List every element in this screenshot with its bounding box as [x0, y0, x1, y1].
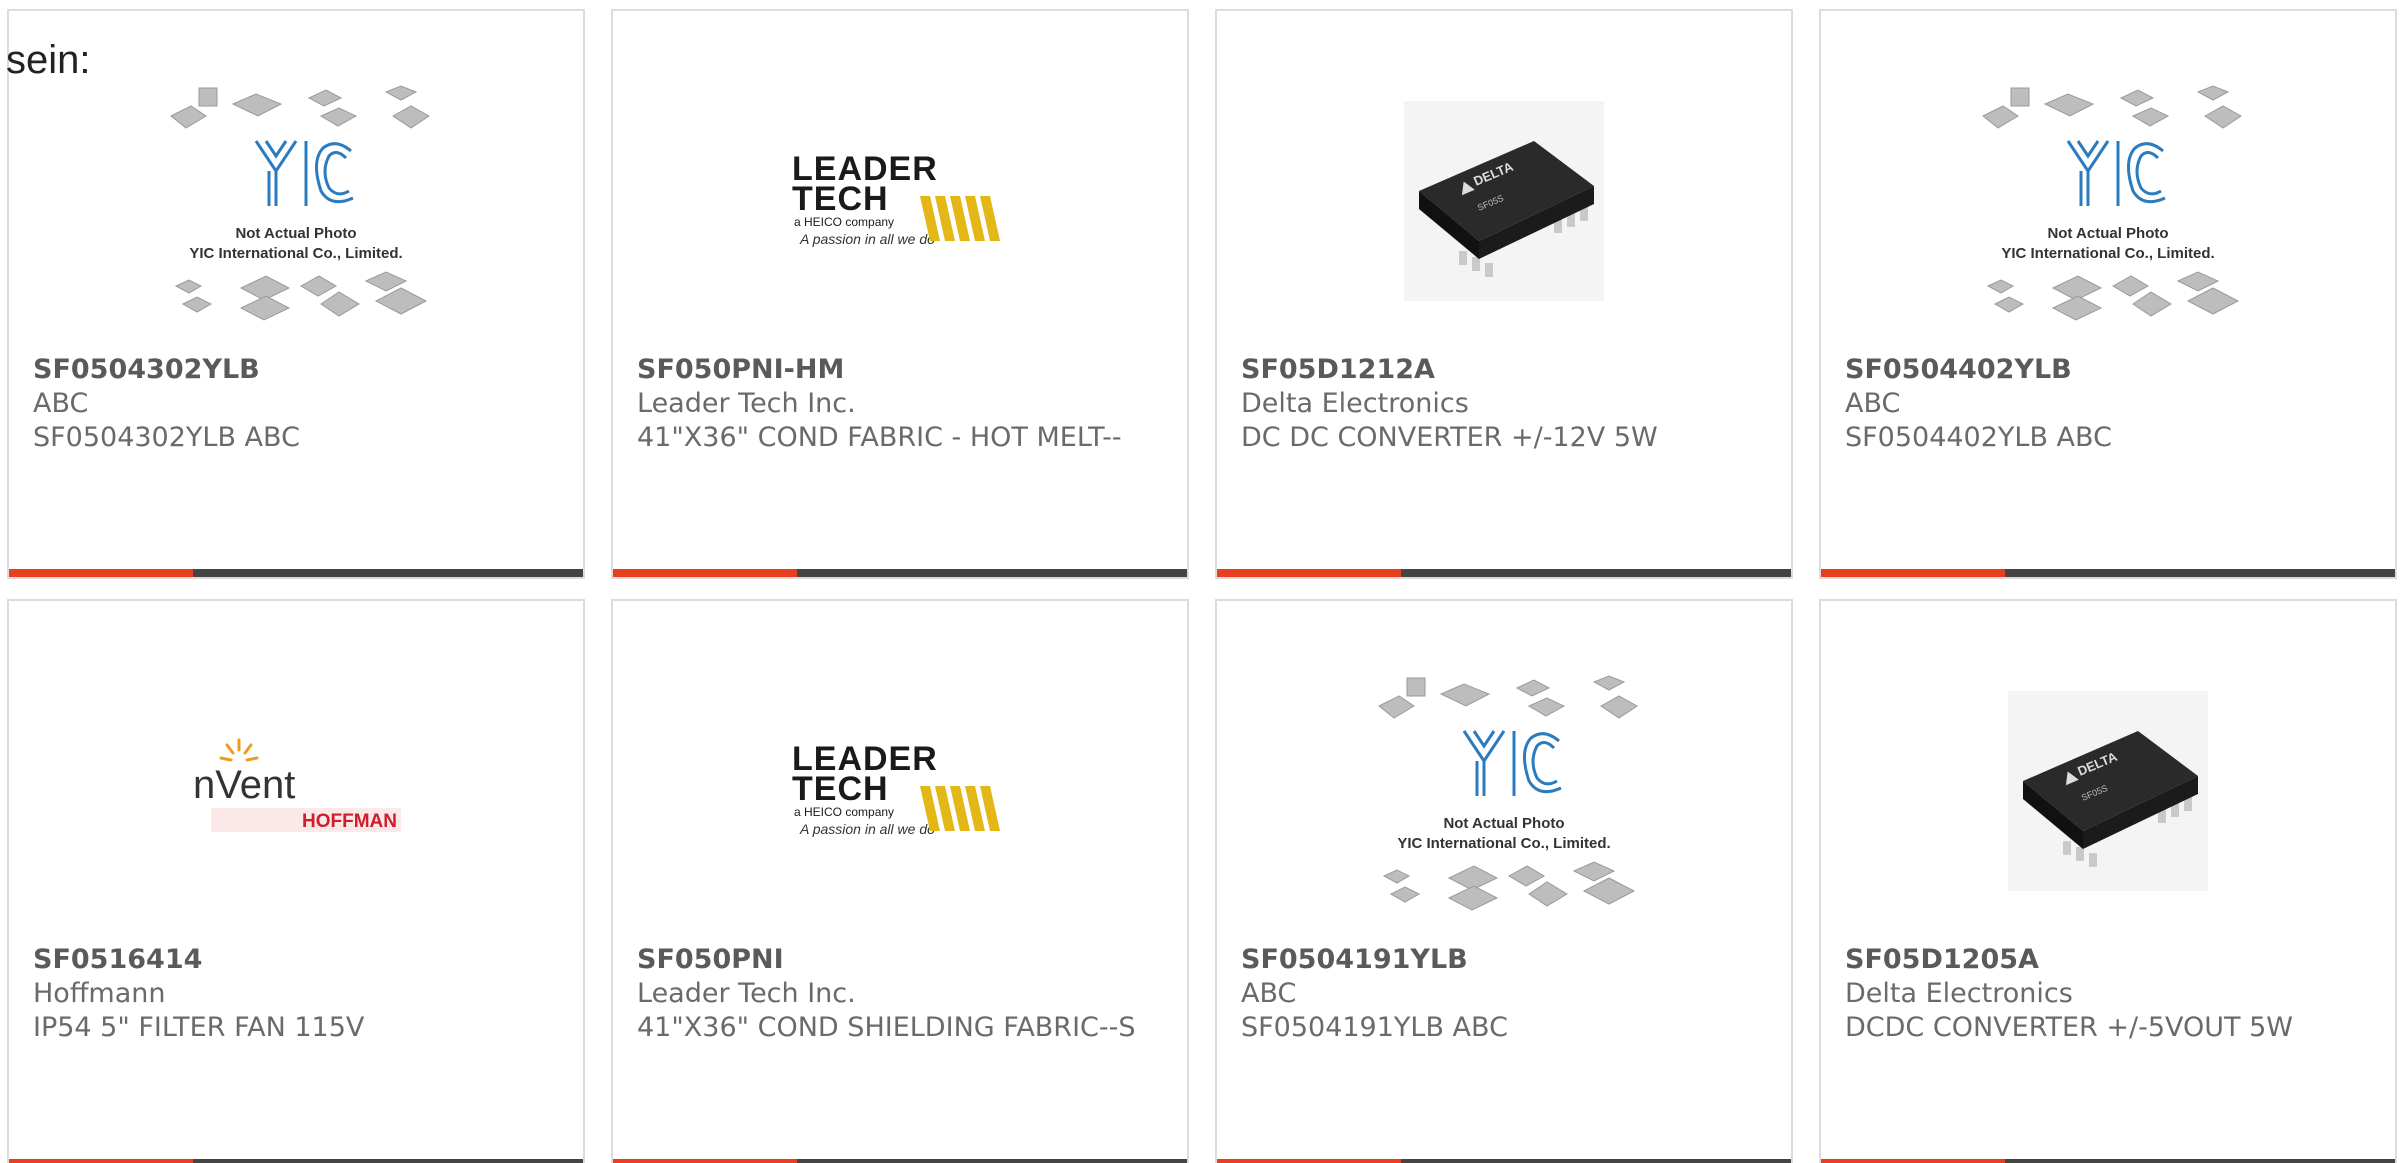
product-card[interactable]: Not Actual Photo YIC International Co., …	[1215, 599, 1793, 1163]
product-info: SF0504402YLB ABC SF0504402YLB ABC	[1845, 353, 2355, 455]
card-accent-bar	[9, 1159, 583, 1163]
product-manufacturer: Hoffmann	[33, 978, 166, 1009]
svg-text:YIC International Co., Limited: YIC International Co., Limited.	[189, 245, 402, 262]
product-part-number[interactable]: SF0504302YLB	[33, 353, 543, 387]
leader-tech-logo-icon[interactable]: LEADER TECH a HEICO company A passion in…	[613, 641, 1187, 941]
product-info: SF0504302YLB ABC SF0504302YLB ABC	[33, 353, 543, 455]
card-accent-bar	[1217, 1159, 1791, 1163]
product-card[interactable]: Not Actual Photo YIC International Co., …	[1819, 9, 2397, 579]
lead-text: sein:	[6, 38, 91, 82]
card-accent-bar	[1821, 569, 2395, 577]
product-manufacturer: Delta Electronics	[1241, 388, 1469, 419]
product-description: IP54 5" FILTER FAN 115V	[33, 1012, 365, 1043]
svg-text:TECH: TECH	[792, 770, 889, 808]
product-manufacturer: Leader Tech Inc.	[637, 388, 856, 419]
product-manufacturer: Delta Electronics	[1845, 978, 2073, 1009]
svg-text:a HEICO company: a HEICO company	[794, 805, 894, 819]
card-accent-bar	[9, 569, 583, 577]
product-part-number[interactable]: SF0516414	[33, 943, 543, 977]
product-info: SF050PNI Leader Tech Inc. 41"X36" COND SHI…	[637, 943, 1147, 1045]
product-description: SF0504191YLB ABC	[1241, 1012, 1508, 1043]
product-manufacturer: ABC	[1241, 978, 1297, 1009]
svg-text:A passion in all we do: A passion in all we do	[799, 231, 935, 247]
product-card[interactable]: Not Actual Photo YIC International Co., …	[7, 9, 585, 579]
product-description: DC DC CONVERTER +/-12V 5W	[1241, 422, 1658, 453]
card-accent-fill	[9, 1159, 193, 1163]
placeholder-icon[interactable]: Not Actual Photo YIC International Co., …	[9, 51, 583, 351]
card-accent-bar	[1217, 569, 1791, 577]
svg-text:YIC International Co., Limited: YIC International Co., Limited.	[1397, 835, 1610, 852]
product-card[interactable]: nVent HOFFMAN SF0516414 Hoffmann IP54 5" F…	[7, 599, 585, 1163]
product-manufacturer: Leader Tech Inc.	[637, 978, 856, 1009]
card-accent-fill	[1821, 569, 2005, 577]
product-card[interactable]: DELTA SF05S SF05D1205A Delta Electronics D…	[1819, 599, 2397, 1163]
svg-text:a HEICO company: a HEICO company	[794, 215, 894, 229]
product-card[interactable]: LEADER TECH a HEICO company A passion in…	[611, 9, 1189, 579]
product-grid: Not Actual Photo YIC International Co., …	[7, 9, 2397, 1163]
card-accent-fill	[1217, 1159, 1401, 1163]
svg-text:nVent: nVent	[193, 763, 295, 807]
product-part-number[interactable]: SF0504191YLB	[1241, 943, 1751, 977]
product-description: SF0504402YLB ABC	[1845, 422, 2112, 453]
product-info: SF0504191YLB ABC SF0504191YLB ABC	[1241, 943, 1751, 1045]
product-manufacturer: ABC	[1845, 388, 1901, 419]
product-info: SF05D1212A Delta Electronics DC DC CONVERT…	[1241, 353, 1751, 455]
product-card[interactable]: LEADER TECH a HEICO company A passion in…	[611, 599, 1189, 1163]
svg-text:YIC International Co., Limited: YIC International Co., Limited.	[2001, 245, 2214, 262]
svg-text:TECH: TECH	[792, 180, 889, 218]
placeholder-icon[interactable]: Not Actual Photo YIC International Co., …	[1821, 51, 2395, 351]
product-description: 41"X36" COND FABRIC - HOT MELT--	[637, 422, 1122, 453]
delta-module-icon[interactable]: DELTA SF05S	[1821, 641, 2395, 941]
nvent-hoffman-logo-icon[interactable]: nVent HOFFMAN	[9, 641, 583, 941]
card-accent-fill	[1821, 1159, 2005, 1163]
card-accent-fill	[1217, 569, 1401, 577]
product-part-number[interactable]: SF05D1212A	[1241, 353, 1751, 387]
svg-text:A passion in all we do: A passion in all we do	[799, 821, 935, 837]
delta-module-icon[interactable]: DELTA SF05S	[1217, 51, 1791, 351]
product-info: SF050PNI-HM Leader Tech Inc. 41"X36" COND …	[637, 353, 1147, 455]
placeholder-icon[interactable]: Not Actual Photo YIC International Co., …	[1217, 641, 1791, 941]
card-accent-fill	[613, 569, 797, 577]
product-info: SF0516414 Hoffmann IP54 5" FILTER FAN 115V	[33, 943, 543, 1045]
product-info: SF05D1205A Delta Electronics DCDC CONVERTE…	[1845, 943, 2355, 1045]
product-part-number[interactable]: SF050PNI-HM	[637, 353, 1147, 387]
product-part-number[interactable]: SF05D1205A	[1845, 943, 2355, 977]
leader-tech-logo-icon[interactable]: LEADER TECH a HEICO company A passion in…	[613, 51, 1187, 351]
card-accent-fill	[613, 1159, 797, 1163]
product-part-number[interactable]: SF050PNI	[637, 943, 1147, 977]
product-description: DCDC CONVERTER +/-5VOUT 5W	[1845, 1012, 2293, 1043]
product-grid-page: sein: Not Actual Photo YIC International…	[0, 0, 2400, 1163]
svg-text:HOFFMAN: HOFFMAN	[302, 811, 397, 832]
card-accent-bar	[613, 569, 1187, 577]
svg-text:Not Actual Photo: Not Actual Photo	[235, 225, 356, 242]
product-part-number[interactable]: SF0504402YLB	[1845, 353, 2355, 387]
product-description: SF0504302YLB ABC	[33, 422, 300, 453]
card-accent-bar	[613, 1159, 1187, 1163]
product-card[interactable]: DELTA SF05S SF05D1212A Delta Electronics D…	[1215, 9, 1793, 579]
card-accent-bar	[1821, 1159, 2395, 1163]
svg-text:Not Actual Photo: Not Actual Photo	[1443, 815, 1564, 832]
product-manufacturer: ABC	[33, 388, 89, 419]
card-accent-fill	[9, 569, 193, 577]
product-description: 41"X36" COND SHIELDING FABRIC--S	[637, 1012, 1136, 1043]
svg-text:Not Actual Photo: Not Actual Photo	[2047, 225, 2168, 242]
